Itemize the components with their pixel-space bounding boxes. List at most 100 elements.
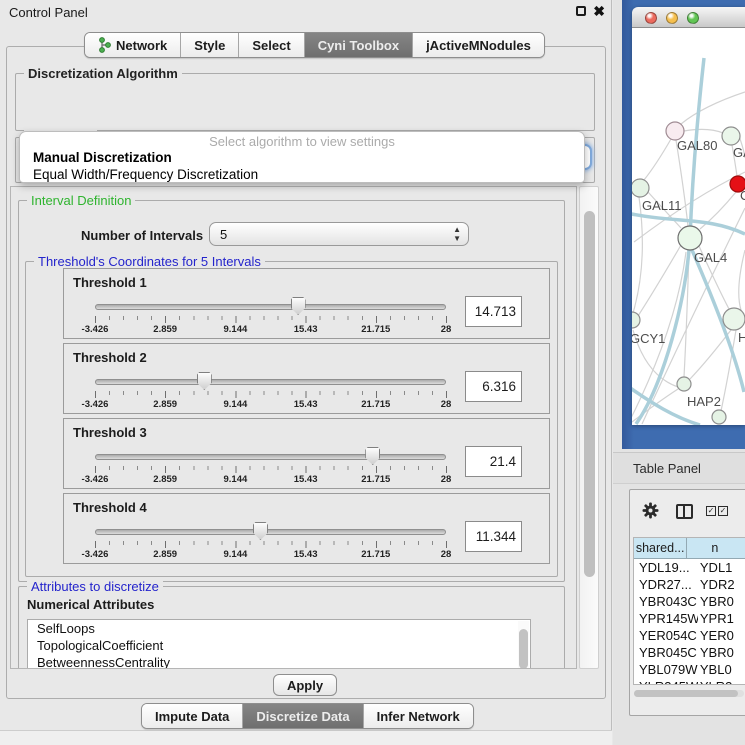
column-visibility-icons[interactable]: ✓ ✓ bbox=[706, 506, 728, 516]
network-edge[interactable] bbox=[681, 92, 745, 124]
threshold-label: Threshold 2 bbox=[73, 350, 147, 365]
settings-scrollbar[interactable] bbox=[579, 186, 599, 669]
cell-name[interactable]: YPR1 bbox=[698, 611, 745, 626]
algorithm-group-title: Discretization Algorithm bbox=[24, 66, 182, 81]
cell-shared-name[interactable]: YDR27... bbox=[634, 577, 698, 592]
table-row[interactable]: YER054CYER0 bbox=[634, 627, 745, 644]
tab-style[interactable]: Style bbox=[180, 33, 238, 57]
column-header-shared-name[interactable]: shared... bbox=[634, 538, 687, 559]
cell-name[interactable]: YER0 bbox=[698, 628, 745, 643]
table-row[interactable]: YPR145WYPR1 bbox=[634, 610, 745, 627]
tab-select[interactable]: Select bbox=[238, 33, 303, 57]
table-row[interactable]: YLR345WYLR3 bbox=[634, 678, 745, 685]
tab-network[interactable]: Network bbox=[85, 33, 180, 57]
network-node-h[interactable] bbox=[723, 308, 745, 330]
tab-cyni-toolbox[interactable]: Cyni Toolbox bbox=[304, 33, 412, 57]
numerical-attributes-list[interactable]: SelfLoopsTopologicalCoefficientBetweenne… bbox=[27, 619, 531, 669]
tab-jactivemnodules[interactable]: jActiveMNodules bbox=[412, 33, 544, 57]
cell-name[interactable]: YBR0 bbox=[698, 645, 745, 660]
threshold-label: Threshold 1 bbox=[73, 275, 147, 290]
checkbox-icon[interactable]: ✓ bbox=[718, 506, 728, 516]
tick-label: 28 bbox=[441, 549, 452, 560]
cell-shared-name[interactable]: YLR345W bbox=[634, 679, 698, 685]
checkbox-icon[interactable]: ✓ bbox=[706, 506, 716, 516]
network-window: GAL80GACGAL11GAL4GCY1HHAP2 bbox=[632, 7, 745, 425]
threshold-slider[interactable]: -3.4262.8599.14415.4321.71528 bbox=[95, 300, 446, 336]
threshold-value-field[interactable]: 6.316 bbox=[465, 371, 522, 402]
cell-shared-name[interactable]: YER054C bbox=[634, 628, 698, 643]
cell-shared-name[interactable]: YBR043C bbox=[634, 594, 698, 609]
network-canvas[interactable]: GAL80GACGAL11GAL4GCY1HHAP2 bbox=[632, 28, 745, 425]
table-row[interactable]: YDR27...YDR2 bbox=[634, 576, 745, 593]
threshold-value-field[interactable]: 21.4 bbox=[465, 446, 522, 477]
algorithm-option[interactable]: Equal Width/Frequency Discretization bbox=[23, 166, 581, 183]
columns-icon[interactable] bbox=[676, 504, 693, 519]
cell-shared-name[interactable]: YBR045C bbox=[634, 645, 698, 660]
scrollbar-thumb[interactable] bbox=[634, 690, 738, 697]
attribute-list-item[interactable]: TopologicalCoefficient bbox=[28, 637, 530, 654]
minimize-traffic-light-icon[interactable] bbox=[666, 12, 678, 24]
cell-name[interactable]: YBR0 bbox=[698, 594, 745, 609]
network-node-gal4[interactable] bbox=[678, 226, 702, 250]
threshold-value-field[interactable]: 11.344 bbox=[465, 521, 522, 552]
tab-discretize-data[interactable]: Discretize Data bbox=[242, 704, 362, 728]
apply-button[interactable]: Apply bbox=[273, 674, 337, 696]
cell-shared-name[interactable]: YBL079W bbox=[634, 662, 698, 677]
slider-track[interactable] bbox=[95, 379, 446, 385]
threshold-label: Threshold 4 bbox=[73, 500, 147, 515]
attribute-list-item[interactable]: BetweennessCentrality bbox=[28, 654, 530, 669]
threshold-label: Threshold 3 bbox=[73, 425, 147, 440]
close-icon[interactable]: ✖ bbox=[593, 4, 605, 18]
algorithm-option[interactable]: Manual Discretization bbox=[23, 149, 581, 166]
list-scrollbar[interactable] bbox=[518, 621, 529, 669]
table-row[interactable]: YDL19...YDL1 bbox=[634, 559, 745, 576]
attribute-list-item[interactable]: SelfLoops bbox=[28, 620, 530, 637]
network-edge[interactable] bbox=[690, 330, 731, 379]
network-node[interactable] bbox=[712, 410, 726, 424]
table-row[interactable]: YBR043CYBR0 bbox=[634, 593, 745, 610]
network-edge[interactable] bbox=[739, 250, 745, 310]
network-node-gal11[interactable] bbox=[632, 179, 649, 197]
float-icon[interactable] bbox=[576, 6, 586, 16]
network-node-hap2[interactable] bbox=[677, 377, 691, 391]
scrollbar-thumb[interactable] bbox=[584, 211, 595, 577]
close-traffic-light-icon[interactable] bbox=[645, 12, 657, 24]
column-header-name[interactable]: n bbox=[687, 538, 745, 559]
cell-shared-name[interactable]: YPR145W bbox=[634, 611, 698, 626]
threshold-slider[interactable]: -3.4262.8599.14415.4321.71528 bbox=[95, 450, 446, 486]
slider-track[interactable] bbox=[95, 454, 446, 460]
cell-name[interactable]: YDL1 bbox=[698, 560, 745, 575]
slider-track[interactable] bbox=[95, 304, 446, 310]
network-node-ga[interactable] bbox=[722, 127, 740, 145]
node-table[interactable]: shared... n YDL19...YDL1YDR27...YDR2YBR0… bbox=[633, 537, 745, 685]
slider-thumb[interactable] bbox=[291, 297, 306, 315]
tab-impute-data[interactable]: Impute Data bbox=[142, 704, 242, 728]
table-row[interactable]: YBR045CYBR0 bbox=[634, 644, 745, 661]
table-row[interactable]: YBL079WYBL0 bbox=[634, 661, 745, 678]
table-panel-header: Table Panel bbox=[613, 452, 745, 484]
network-edge[interactable] bbox=[638, 245, 681, 316]
num-intervals-combo[interactable]: 5 ▲▼ bbox=[209, 222, 469, 246]
network-edge[interactable] bbox=[644, 139, 671, 180]
slider-track[interactable] bbox=[95, 529, 446, 535]
gear-icon[interactable] bbox=[642, 502, 659, 522]
network-edge[interactable] bbox=[684, 129, 723, 133]
tick-label: 21.715 bbox=[361, 399, 390, 410]
cell-name[interactable]: YBL0 bbox=[698, 662, 745, 677]
tab-infer-network[interactable]: Infer Network bbox=[363, 704, 473, 728]
slider-thumb[interactable] bbox=[253, 522, 268, 540]
threshold-slider[interactable]: -3.4262.8599.14415.4321.71528 bbox=[95, 525, 446, 561]
cell-name[interactable]: YDR2 bbox=[698, 577, 745, 592]
zoom-traffic-light-icon[interactable] bbox=[687, 12, 699, 24]
threshold-slider[interactable]: -3.4262.8599.14415.4321.71528 bbox=[95, 375, 446, 411]
cell-shared-name[interactable]: YDL19... bbox=[634, 560, 698, 575]
slider-thumb[interactable] bbox=[365, 447, 380, 465]
algorithm-options: Manual DiscretizationEqual Width/Frequen… bbox=[23, 149, 581, 183]
cell-name[interactable]: YLR3 bbox=[698, 679, 745, 685]
node-label: HAP2 bbox=[687, 394, 721, 409]
threshold-value-field[interactable]: 14.713 bbox=[465, 296, 522, 327]
network-window-titlebar[interactable] bbox=[632, 7, 745, 28]
table-hscrollbar[interactable] bbox=[634, 690, 744, 697]
tab-label: Discretize Data bbox=[256, 709, 349, 724]
slider-thumb[interactable] bbox=[197, 372, 212, 390]
